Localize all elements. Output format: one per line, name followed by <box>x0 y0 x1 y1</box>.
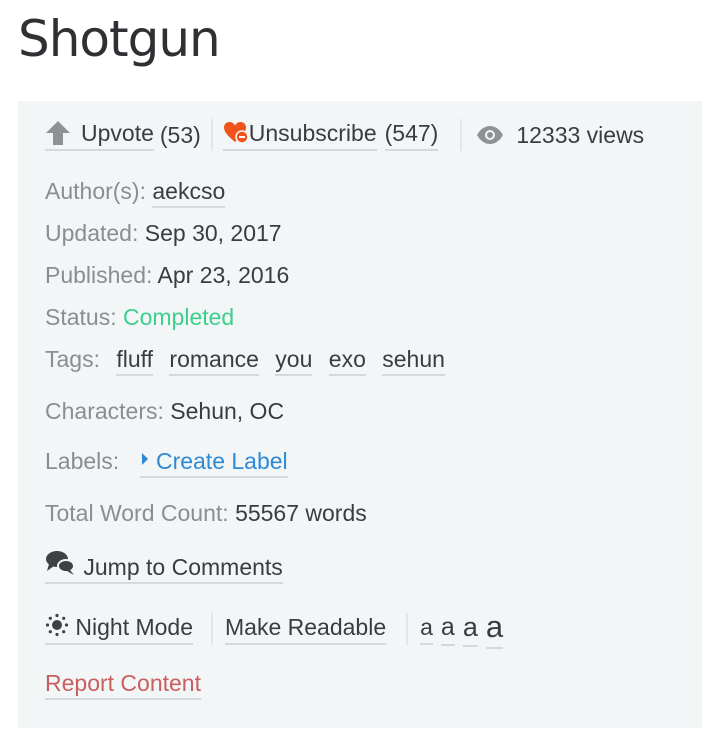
night-mode-toggle[interactable]: Night Mode <box>45 613 194 645</box>
font-size-large[interactable]: a <box>462 612 478 647</box>
updated-row: Updated: Sep 30, 2017 <box>45 220 282 247</box>
caret-right-icon <box>141 453 148 465</box>
unsubscribe-button[interactable]: Unsubscribe <box>222 119 377 151</box>
divider <box>210 119 213 151</box>
create-label-text: Create Label <box>155 448 288 474</box>
comments-icon <box>46 551 75 575</box>
eye-icon <box>477 126 504 144</box>
tag-link[interactable]: exo <box>328 346 366 376</box>
tag-link[interactable]: fluff <box>116 346 154 376</box>
night-mode-label: Night Mode <box>75 614 194 640</box>
jump-to-comments-link[interactable]: Jump to Comments <box>45 551 283 584</box>
story-info-panel: Upvote (53) Unsubscribe (547) 12333 view… <box>18 101 702 728</box>
divider <box>460 119 463 151</box>
font-size-medium[interactable]: a <box>440 613 455 646</box>
font-size-xlarge[interactable]: a <box>485 609 504 649</box>
up-arrow-icon <box>46 121 70 145</box>
upvote-label: Upvote <box>81 119 154 146</box>
font-size-small[interactable]: a <box>420 614 433 645</box>
jump-to-comments-label: Jump to Comments <box>83 554 283 580</box>
characters-label: Characters: <box>45 398 164 424</box>
updated-date: Sep 30, 2017 <box>144 220 282 246</box>
divider <box>406 613 409 645</box>
unsubscribe-label: Unsubscribe <box>248 119 377 146</box>
published-label: Published: <box>45 262 153 288</box>
word-count-value: 55567 words <box>235 500 367 526</box>
tags-label: Tags: <box>45 346 100 372</box>
word-count-label: Total Word Count: <box>45 500 229 526</box>
upvote-button[interactable]: Upvote <box>45 120 154 151</box>
heart-minus-icon <box>223 122 249 144</box>
updated-label: Updated: <box>45 220 139 246</box>
divider <box>211 613 214 645</box>
author-link[interactable]: aekcso <box>152 178 226 208</box>
published-row: Published: Apr 23, 2016 <box>45 262 289 289</box>
author-row: Author(s): aekcso <box>45 178 226 208</box>
jump-comments-row: Jump to Comments <box>45 549 283 584</box>
status-badge: Completed <box>123 304 235 330</box>
labels-label: Labels: <box>45 448 120 474</box>
action-bar: Upvote (53) Unsubscribe (547) 12333 view… <box>45 119 644 151</box>
tag-link[interactable]: romance <box>169 346 259 376</box>
sun-icon <box>45 613 69 637</box>
story-title: Shotgun <box>18 10 221 68</box>
status-label: Status: <box>45 304 117 330</box>
make-readable-button[interactable]: Make Readable <box>225 614 387 645</box>
characters-value: Sehun, OC <box>170 398 285 424</box>
status-row: Status: Completed <box>45 304 234 331</box>
tag-link[interactable]: sehun <box>382 346 445 376</box>
published-date: Apr 23, 2016 <box>157 262 290 288</box>
tag-link[interactable]: you <box>275 346 313 376</box>
upvote-count: (53) <box>159 121 201 148</box>
report-content-link[interactable]: Report Content <box>45 670 201 700</box>
subscriber-count[interactable]: (547) <box>384 120 439 151</box>
view-count: 12333 views <box>516 121 645 148</box>
word-count-row: Total Word Count: 55567 words <box>45 500 367 527</box>
report-row: Report Content <box>45 670 201 700</box>
create-label-button[interactable]: Create Label <box>139 448 288 478</box>
labels-row: Labels: Create Label <box>45 448 288 478</box>
author-label: Author(s): <box>45 178 146 204</box>
tags-row: Tags: fluff romance you exo sehun <box>45 346 455 376</box>
reading-options-row: Night Mode Make Readable a a a a <box>45 609 511 649</box>
characters-row: Characters: Sehun, OC <box>45 398 284 425</box>
